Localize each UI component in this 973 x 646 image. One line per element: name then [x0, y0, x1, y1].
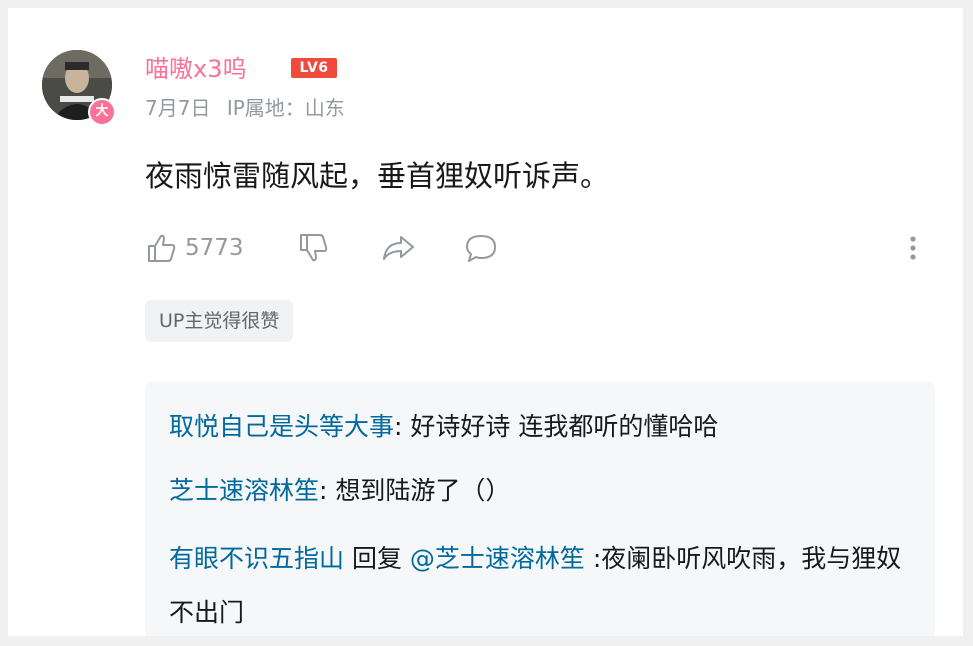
comment-meta: 7月7日 IP属地：山东 [145, 94, 355, 122]
sub-replies[interactable]: 取悦自己是头等大事: 好诗好诗 连我都听的懂哈哈 芝士速溶林笙: 想到陆游了（）… [145, 382, 935, 636]
sub-reply[interactable]: 有眼不识五指山 回复 @芝士速溶林笙 :夜阑卧听风吹雨，我与狸奴不出门 [169, 532, 909, 636]
dislike-icon [300, 234, 328, 262]
comment-card: 大 喵嗷x3呜 LV6 7月7日 IP属地：山东 夜雨惊雷随风起，垂首狸奴听诉声… [8, 8, 963, 636]
more-options-button[interactable] [907, 226, 919, 270]
reply-word: 回复 [344, 544, 410, 573]
sub-reply-user[interactable]: 取悦自己是头等大事 [169, 412, 394, 441]
sub-reply-user[interactable]: 芝士速溶林笙 [169, 476, 319, 505]
level-badge: LV6 [291, 58, 337, 78]
like-button[interactable]: 5773 [145, 226, 244, 270]
like-count: 5773 [185, 235, 244, 261]
share-icon [383, 236, 414, 260]
comment-text: 夜雨惊雷随风起，垂首狸奴听诉声。 [145, 159, 610, 193]
mention-link[interactable]: @芝士速溶林笙 [410, 544, 585, 573]
more-icon [910, 236, 916, 260]
sub-reply-text: : 想到陆游了（） [319, 476, 511, 505]
comment-date: 7月7日 [145, 96, 211, 120]
sub-reply[interactable]: 取悦自己是头等大事: 好诗好诗 连我都听的懂哈哈 [169, 404, 909, 450]
reply-icon [466, 235, 496, 262]
username[interactable]: 喵嗷x3呜 [145, 54, 246, 84]
ip-location: IP属地：山东 [226, 96, 345, 120]
share-button[interactable] [381, 226, 417, 270]
reply-button[interactable] [463, 226, 499, 270]
dislike-button[interactable] [297, 226, 331, 270]
avatar-vip-badge: 大 [88, 98, 116, 126]
comment-actions: 5773 [145, 226, 935, 270]
up-liked-tag: UP主觉得很赞 [145, 300, 294, 342]
sub-reply-user[interactable]: 有眼不识五指山 [169, 544, 344, 573]
like-icon [148, 234, 176, 262]
sub-reply[interactable]: 芝士速溶林笙: 想到陆游了（） [169, 468, 909, 514]
sub-reply-text: : 好诗好诗 连我都听的懂哈哈 [394, 412, 719, 441]
